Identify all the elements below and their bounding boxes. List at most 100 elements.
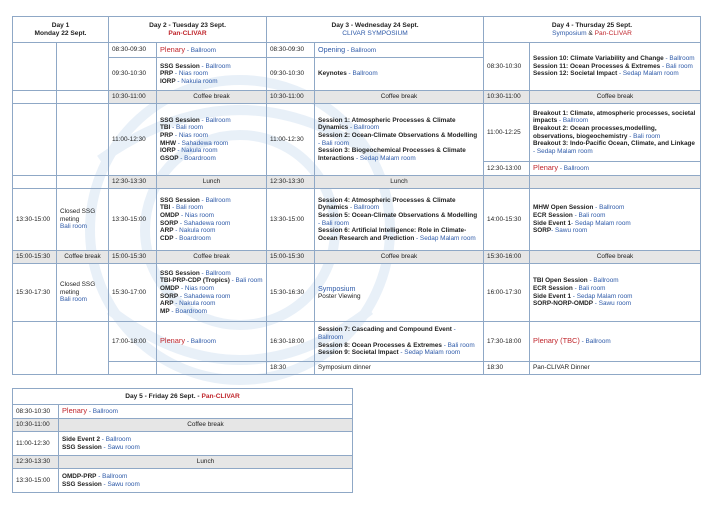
poster-viewing-label: Poster Viewing [318, 292, 361, 300]
time-cell: 18:30 [483, 361, 531, 375]
day4-title: Day 4 - Thursday 25 Sept. [551, 21, 633, 29]
room-label: - Boardroom [178, 154, 216, 162]
list-item: CDP - Boardroom [160, 235, 263, 243]
room-label: - Sedap Malam room [354, 154, 416, 162]
room-label: - Ballroom [557, 117, 589, 125]
session-name: IORP [160, 77, 176, 85]
day4-header: Day 4 - Thursday 25 Sept. Symposium & Pa… [483, 16, 702, 43]
session-name: SSG Session [160, 62, 200, 70]
session-list: Session 7: Cascading and Compound Event … [313, 321, 485, 362]
session-name: Session 12: Societal Impact [533, 70, 618, 78]
session-name: OMDP [160, 211, 180, 219]
list-item: Session 10: Climate Variability and Chan… [533, 55, 697, 63]
plenary-cell: Plenary - Ballroom [156, 321, 267, 362]
table-row: 11:00-12:30 SSG Session - Ballroom TBI -… [12, 103, 702, 176]
empty-cell [56, 103, 109, 176]
session-name: MHW Open Session [533, 204, 594, 212]
room-label: - Bali room [229, 277, 263, 285]
session-name: Session 1: Atmospheric Processes & Clima… [318, 116, 456, 132]
room-label: - Ballroom [199, 62, 231, 70]
closed-meeting-cell: Closed SSG meting Bali room [56, 188, 109, 251]
session-name: SORP [160, 219, 179, 227]
list-item: OMDP - Nias room [160, 212, 263, 220]
session-name: SORP-NORP-OMDP [533, 300, 594, 308]
time-cell: 15:00-15:30 [12, 250, 57, 264]
room-label: - Sedap Malam room [571, 219, 631, 227]
time-cell: 11:00-12:25 [483, 103, 531, 162]
meeting-label: Closed SSG meting [60, 281, 96, 296]
table-row: 13:30-15:00 Closed SSG meting Bali room 1… [12, 188, 702, 251]
day1-header: Day 1 Monday 22 Sept. [12, 16, 109, 43]
room-label: - Sawu room [101, 443, 140, 451]
empty-cell [12, 321, 57, 375]
keynotes-label: Keynotes [318, 70, 347, 78]
time-cell: 10:30-11:00 [483, 90, 531, 104]
list-item: SORP- Sawu room [533, 227, 697, 235]
session-name: MP [160, 307, 170, 315]
break-cell: Coffee break [156, 90, 267, 104]
day3-subtitle: CLIVAR SYMPOSIUM [342, 29, 408, 37]
session-name: SSG Session [160, 269, 200, 277]
room-label: - Sawu room [101, 480, 140, 488]
room-label: - Ballroom [100, 435, 131, 443]
room-label: - Ballroom [96, 472, 128, 480]
session-name: Session 8: Ocean Processes & Extremes [318, 341, 442, 349]
room-label: - Ballroom [199, 116, 231, 124]
day2-header: Day 2 - Tuesday 23 Sept. Pan-CLIVAR [108, 16, 267, 43]
list-item: Session 11: Ocean Processes & Extremes -… [533, 63, 697, 71]
session-name: Session 10: Climate Variability and Chan… [533, 55, 664, 63]
session-name: SSG Session [62, 480, 102, 488]
room-label: - Bali room [572, 284, 606, 292]
day4-subtitle-panclivar: Pan-CLIVAR [594, 29, 632, 37]
session-name: PRP [160, 131, 174, 139]
empty-cell [12, 90, 57, 104]
time-cell: 15:30-16:30 [266, 263, 315, 322]
empty-cell [483, 175, 531, 189]
time-cell: 10:30-11:00 [108, 90, 157, 104]
time-cell: 08:30-10:30 [483, 42, 531, 91]
list-item: IORP - Nakula room [160, 78, 263, 86]
session-list: SSG Session - Ballroom TBI - Bali room P… [156, 103, 267, 176]
session-name: TBI Open Session [533, 277, 588, 285]
room-label: - Ballroom [185, 338, 216, 346]
table-row: 12:30-13:30 Lunch 12:30-13:30 Lunch [12, 175, 702, 189]
day3-title: Day 3 - Wednesday 24 Sept. [331, 21, 419, 29]
list-item: Session 3: Biogeochemical Processes & Cl… [318, 147, 480, 162]
room-label: - Nakula room [173, 227, 216, 235]
list-item: Side Event 1- Sedap Malam room [533, 220, 697, 228]
closed-meeting-cell: Closed SSG meting Bali room [56, 263, 109, 322]
room-label: - Sahadewa room [178, 292, 231, 300]
session-name: SSG Session [160, 196, 200, 204]
empty-cell [12, 103, 57, 176]
time-cell: 12:30-13:00 [483, 161, 531, 176]
list-item: Side Event 2 - Ballroom [62, 436, 349, 444]
room-label: - Nias room [173, 70, 208, 78]
break-cell: Coffee break [529, 250, 702, 264]
day5-subtitle: Pan-CLIVAR [201, 392, 240, 400]
day2-subtitle: Pan-CLIVAR [168, 29, 207, 37]
break-cell: Coffee break [313, 90, 485, 104]
table-row: 18:30 Symposium dinner 18:30 Pan-CLIVAR … [13, 361, 702, 375]
room-label: - Ballroom [558, 165, 589, 173]
session-name: GSOP [160, 154, 179, 162]
table-row: 17:00-18:00 Plenary - Ballroom 16:30-18:… [12, 321, 702, 375]
session-name: SORP [160, 292, 179, 300]
day4-subtitle-amp: & [586, 29, 595, 37]
list-item: TBI - Bali room [160, 204, 263, 212]
day5-title: Day 5 - Friday 26 Sept. - [125, 392, 202, 400]
time-cell: 12:30-13:30 [266, 175, 315, 189]
time-cell: 17:30-18:00 [483, 321, 531, 362]
room-label: - Nakula room [173, 300, 216, 308]
break-cell: Coffee break [56, 250, 109, 264]
session-name: ECR Session [533, 211, 573, 219]
time-cell: 15:30-16:00 [483, 250, 531, 264]
room-label: - Nias room [179, 284, 214, 292]
schedule-table: Day 1 Monday 22 Sept. Day 2 - Tuesday 23… [12, 16, 702, 375]
list-item: Session 9: Societal Impact - Sedap Malam… [318, 349, 480, 357]
symposium-cell: Symposium Poster Viewing [313, 263, 485, 322]
time-cell: 17:00-18:00 [108, 321, 157, 362]
table-row: 10:30-11:00 Coffee break 10:30-11:00 Cof… [12, 90, 702, 104]
session-name: Breakout 3: Indo-Pacific Ocean, Climate,… [533, 140, 695, 148]
list-item: SSG Session - Ballroom [160, 197, 263, 205]
room-label: - Sedap Malam room [617, 70, 679, 78]
